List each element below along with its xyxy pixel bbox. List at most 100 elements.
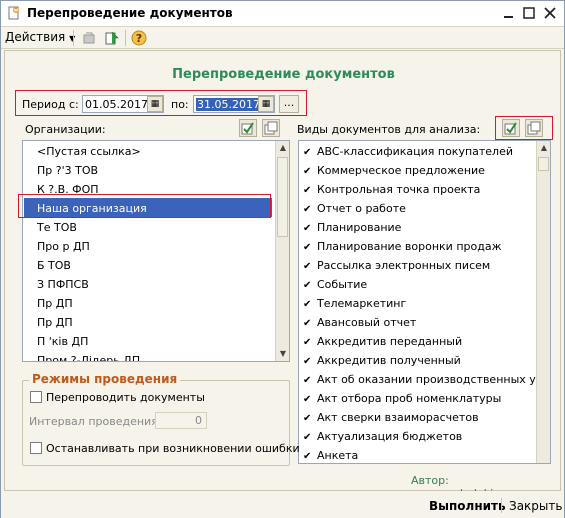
toolbar-separator xyxy=(73,30,74,46)
checkmark-icon[interactable]: ✔ xyxy=(303,200,313,219)
checkmark-icon[interactable]: ✔ xyxy=(303,447,313,463)
check-all-icon[interactable] xyxy=(239,119,257,137)
list-item-label: Аккредитив полученный xyxy=(317,354,461,367)
list-item-label: Контрольная точка проекта xyxy=(317,183,481,196)
export-icon[interactable] xyxy=(104,30,120,46)
list-item-label: Телемаркетинг xyxy=(317,297,407,310)
bottom-bar: Выполнить Закрыть xyxy=(1,491,564,518)
list-item[interactable]: ✔ Аккредитив переданный xyxy=(303,332,462,351)
list-item[interactable]: Про р ДП xyxy=(37,237,90,256)
window-title: Перепроведение документов xyxy=(27,6,233,20)
checkmark-icon[interactable]: ✔ xyxy=(303,257,313,276)
checkmark-icon[interactable]: ✔ xyxy=(303,181,313,200)
close-button[interactable]: Закрыть xyxy=(509,499,562,513)
list-item-label: Отчет о работе xyxy=(317,202,406,215)
checkmark-icon[interactable]: ✔ xyxy=(303,390,313,409)
calendar-icon[interactable]: ▦ xyxy=(258,96,274,112)
list-item[interactable]: Пром ?-Лiдерь ДП xyxy=(37,351,140,361)
list-item[interactable]: ✔ Планирование xyxy=(303,218,401,237)
list-item-label: Коммерческое предложение xyxy=(317,164,485,177)
actions-menu[interactable]: Действия ▼ xyxy=(5,30,75,44)
period-select-button[interactable]: ... xyxy=(279,95,299,113)
checkmark-icon[interactable]: ✔ xyxy=(303,238,313,257)
list-item-label: Авансовый отчет xyxy=(317,316,417,329)
list-item[interactable]: Пр ?'3 ТОВ xyxy=(37,161,98,180)
checkmark-icon[interactable]: ✔ xyxy=(303,333,313,352)
close-icon[interactable] xyxy=(542,5,558,21)
checkmark-icon[interactable]: ✔ xyxy=(303,428,313,447)
list-item[interactable]: ✔ Планирование воронки продаж xyxy=(303,237,502,256)
back-icon[interactable] xyxy=(81,30,97,46)
list-item[interactable]: З ПФПСВ xyxy=(37,275,89,294)
scroll-thumb[interactable] xyxy=(277,157,288,237)
uncheck-all-icon[interactable] xyxy=(525,119,543,137)
maximize-icon[interactable] xyxy=(521,5,537,21)
selected-org-highlight xyxy=(18,194,271,218)
list-item[interactable]: ✔ Авансовый отчет xyxy=(303,313,416,332)
checkmark-icon[interactable]: ✔ xyxy=(303,352,313,371)
calendar-icon[interactable]: ▦ xyxy=(147,96,163,112)
list-item-label: Акт об оказании производственных услуг xyxy=(317,373,551,386)
list-item[interactable]: ✔ Телемаркетинг xyxy=(303,294,406,313)
list-item-label: Актуализация бюджетов xyxy=(317,430,463,443)
list-item[interactable]: Б ТОВ xyxy=(37,256,71,275)
doc-types-scrollbar[interactable]: ▲ xyxy=(536,141,550,463)
form-panel: Перепроведение документов Период с: 01.0… xyxy=(4,50,561,500)
list-item[interactable]: ✔ Акт об оказании производственных услуг xyxy=(303,370,551,390)
list-item[interactable]: ✔ Коммерческое предложение xyxy=(303,161,485,180)
scroll-down-icon[interactable]: ▼ xyxy=(276,347,289,361)
modes-title: Режимы проведения xyxy=(29,372,181,386)
organizations-list[interactable]: <Пустая ссылка> Пр ?'3 ТОВ К ?.В. ФОП На… xyxy=(22,140,290,362)
list-item[interactable]: ✔ Контрольная точка проекта xyxy=(303,180,480,199)
date-from-value: 01.05.2017 xyxy=(85,98,148,111)
list-item[interactable]: ✔ Акт отбора проб номенклатуры xyxy=(303,389,501,408)
checkmark-icon[interactable]: ✔ xyxy=(303,371,313,390)
list-item[interactable]: Те ТОВ xyxy=(37,218,77,237)
list-item-label: ABC-классификация покупателей xyxy=(317,145,514,158)
list-item[interactable]: ✔ Отчет о работе xyxy=(303,199,406,218)
doc-types-list[interactable]: ✔ ABC-классификация покупателей ✔ Коммерче… xyxy=(298,140,551,464)
list-item[interactable]: ✔ ABC-классификация покупателей xyxy=(303,142,513,161)
checkmark-icon[interactable]: ✔ xyxy=(303,162,313,181)
checkmark-icon[interactable]: ✔ xyxy=(303,295,313,314)
list-item[interactable]: Пр ДП xyxy=(37,294,73,313)
checkmark-icon[interactable]: ✔ xyxy=(303,276,313,295)
list-item-label: Планирование xyxy=(317,221,402,234)
list-item[interactable]: <Пустая ссылка> xyxy=(37,142,141,161)
organizations-label: Организации: xyxy=(25,123,106,136)
toolbar-separator xyxy=(125,30,126,46)
main-window: Перепроведение документов Действия ▼ xyxy=(0,0,565,518)
list-item[interactable]: ✔ Событие xyxy=(303,275,367,294)
minimize-icon[interactable] xyxy=(501,5,517,21)
list-item[interactable]: ✔ Рассылка электронных писем xyxy=(303,256,490,275)
checkmark-icon[interactable]: ✔ xyxy=(303,219,313,238)
list-item[interactable]: ✔ Акт сверки взаиморасчетов xyxy=(303,408,479,427)
scroll-up-icon[interactable]: ▲ xyxy=(537,141,550,155)
list-item[interactable]: ✔ Актуализация бюджетов xyxy=(303,427,462,446)
scroll-thumb[interactable] xyxy=(538,157,549,171)
checkmark-icon[interactable]: ✔ xyxy=(303,143,313,162)
list-item[interactable]: П 'ків ДП xyxy=(37,332,88,351)
actions-menu-label: Действия xyxy=(5,30,66,44)
doc-types-label: Виды документов для анализа: xyxy=(297,123,481,136)
list-item[interactable]: Пр ДП xyxy=(37,313,73,332)
interval-input[interactable]: 0 xyxy=(155,412,207,429)
list-item[interactable]: ✔ Аккредитив полученный xyxy=(303,351,461,370)
button-separator xyxy=(501,498,502,513)
repost-checkbox[interactable] xyxy=(30,391,42,403)
scroll-up-icon[interactable]: ▲ xyxy=(276,141,289,155)
help-icon[interactable]: ? xyxy=(131,30,147,46)
checkmark-icon[interactable]: ✔ xyxy=(303,409,313,428)
organizations-scrollbar[interactable]: ▲ ▼ xyxy=(275,141,289,361)
checkmark-icon[interactable]: ✔ xyxy=(303,314,313,333)
list-item-label: Акт сверки взаиморасчетов xyxy=(317,411,479,424)
execute-button[interactable]: Выполнить xyxy=(429,499,506,513)
list-item-label: Событие xyxy=(317,278,368,291)
date-to-value: 31.05.2017 xyxy=(196,98,261,111)
list-item-label: Акт отбора проб номенклатуры xyxy=(317,392,502,405)
uncheck-all-icon[interactable] xyxy=(262,119,280,137)
check-all-icon[interactable] xyxy=(502,119,520,137)
list-item-label: Аккредитив переданный xyxy=(317,335,463,348)
stop-on-error-checkbox[interactable] xyxy=(30,442,42,454)
list-item[interactable]: ✔ Анкета xyxy=(303,446,358,463)
